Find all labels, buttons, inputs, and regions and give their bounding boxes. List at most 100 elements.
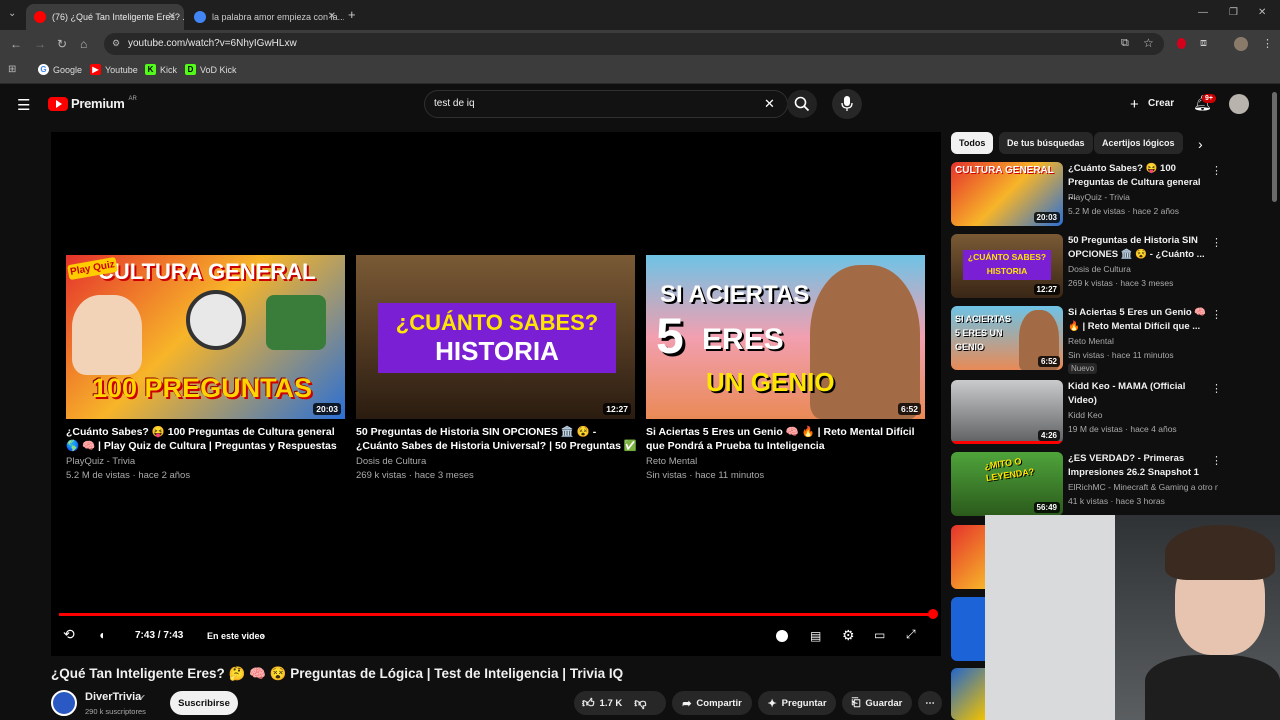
- channel-avatar[interactable]: [51, 690, 77, 716]
- endcard-channel-2[interactable]: Dosis de Cultura: [356, 456, 426, 467]
- sidebar-thumbnail-6[interactable]: [951, 525, 985, 589]
- sidebar-more-icon[interactable]: ⋮: [1211, 382, 1222, 395]
- endcard-title-2[interactable]: 50 Preguntas de Historia SIN OPCIONES 🏛️…: [356, 425, 638, 453]
- chips-next-chevron-icon[interactable]: ›: [1198, 136, 1203, 152]
- bookmark-google[interactable]: G Google: [38, 64, 82, 75]
- like-icon[interactable]: 👍︎: [582, 696, 595, 711]
- fullscreen-icon[interactable]: ⤢: [906, 627, 916, 642]
- reload-icon[interactable]: ↻: [57, 37, 67, 51]
- tab-search-icon[interactable]: ⌄: [8, 8, 16, 19]
- theater-mode-icon[interactable]: ▭: [874, 628, 885, 642]
- sidebar-title-4[interactable]: Kidd Keo - MAMA (Official Video): [1068, 380, 1208, 408]
- share-button[interactable]: ➦ Compartir: [672, 691, 752, 715]
- sidebar-more-icon[interactable]: ⋮: [1211, 164, 1222, 177]
- tab-google[interactable]: la palabra amor empieza con la... ✕: [186, 4, 344, 30]
- extension-icon[interactable]: [1177, 38, 1186, 49]
- like-dislike-group: 👍︎ 1.7 K 👎︎: [574, 691, 666, 715]
- sidebar-thumbnail-3[interactable]: SI ACIERTAS 5 ERES UN GENIO 6:52: [951, 306, 1063, 370]
- sidebar-more-icon[interactable]: ⋮: [1211, 308, 1222, 321]
- extensions-puzzle-icon[interactable]: ⧈: [1200, 37, 1207, 50]
- sidebar-title-2[interactable]: 50 Preguntas de Historia SIN OPCIONES 🏛️…: [1068, 234, 1208, 262]
- sidebar-title-3[interactable]: Si Aciertas 5 Eres un Genio 🧠 🔥 | Reto M…: [1068, 306, 1208, 334]
- browser-menu-icon[interactable]: ⋮: [1262, 37, 1273, 50]
- autoplay-toggle-icon[interactable]: [776, 630, 788, 642]
- chapter-button[interactable]: En este video: [207, 631, 265, 641]
- channel-name[interactable]: DiverTrivia: [85, 691, 141, 703]
- apps-grid-icon[interactable]: ⊞: [8, 64, 16, 75]
- save-button[interactable]: ⎗ Guardar: [842, 691, 912, 715]
- subtitles-icon[interactable]: ▤: [810, 629, 821, 643]
- sidebar-thumbnail-5[interactable]: ¿MITO O LEYENDA? 56:49: [951, 452, 1063, 516]
- close-window-icon[interactable]: ✕: [1258, 7, 1266, 18]
- person-hair-image: [1165, 525, 1275, 580]
- sidebar-meta-2: 269 k vistas · hace 3 meses: [1068, 278, 1174, 288]
- share-label: Compartir: [696, 697, 742, 709]
- bookmark-vod-kick[interactable]: D VoD Kick: [185, 64, 237, 75]
- settings-gear-icon[interactable]: ⚙: [842, 627, 855, 644]
- sidebar-more-icon[interactable]: ⋮: [1211, 454, 1222, 467]
- clear-search-icon[interactable]: ✕: [764, 96, 775, 112]
- chip-logic-riddles[interactable]: Acertijos lógicos: [1094, 132, 1183, 154]
- sidebar-meta-4: 19 M de vistas · hace 4 años: [1068, 424, 1177, 434]
- bookmark-youtube[interactable]: ▶ Youtube: [90, 64, 138, 75]
- bookmark-star-icon[interactable]: ☆: [1143, 36, 1154, 50]
- sidebar-channel-3[interactable]: Reto Mental: [1068, 336, 1218, 346]
- save-label: Guardar: [865, 697, 903, 709]
- replay-icon[interactable]: ⟲: [63, 626, 75, 643]
- sidebar-channel-4[interactable]: Kidd Keo: [1068, 410, 1218, 420]
- sidebar-channel-5[interactable]: ElRichMC - Minecraft & Gaming a otro ni.…: [1068, 482, 1218, 492]
- duration-badge: 20:03: [313, 403, 341, 415]
- sidebar-channel-2[interactable]: Dosis de Cultura: [1068, 264, 1218, 274]
- endcard-title-1[interactable]: ¿Cuánto Sabes? 😝 100 Preguntas de Cultur…: [66, 425, 348, 453]
- notifications-badge: 9+: [1202, 94, 1216, 103]
- url-text[interactable]: youtube.com/watch?v=6NhyIGwHLxw: [128, 38, 297, 49]
- sidebar-more-icon[interactable]: ⋮: [1211, 236, 1222, 249]
- ask-button[interactable]: ✦ Preguntar: [758, 691, 836, 715]
- endcard-title-3[interactable]: Si Aciertas 5 Eres un Genio 🧠 🔥 | Reto M…: [646, 425, 928, 453]
- thumb-text-bottom: HISTORIA: [435, 335, 559, 366]
- endcard-channel-1[interactable]: PlayQuiz - Trivia: [66, 456, 135, 467]
- create-button[interactable]: Crear: [1148, 98, 1174, 109]
- thumb-text: SI ACIERTAS 5 ERES UN GENIO: [955, 314, 1012, 352]
- progress-scrubber[interactable]: [928, 609, 938, 619]
- new-tab-icon[interactable]: +: [348, 7, 356, 22]
- close-tab-icon[interactable]: ✕: [168, 11, 176, 22]
- minimize-icon[interactable]: —: [1198, 7, 1208, 18]
- sidebar-thumbnail-8[interactable]: [951, 668, 985, 720]
- bookmark-kick[interactable]: K Kick: [145, 64, 177, 75]
- endcard-thumbnail-2[interactable]: ¿CUÁNTO SABES? HISTORIA 12:27: [356, 255, 635, 419]
- back-icon[interactable]: ←: [10, 37, 22, 51]
- maximize-icon[interactable]: ❐: [1229, 7, 1238, 18]
- progress-bar[interactable]: [59, 613, 933, 616]
- sidebar-channel-1[interactable]: PlayQuiz - Trivia: [1068, 192, 1218, 202]
- account-avatar[interactable]: [1229, 94, 1249, 114]
- home-icon[interactable]: ⌂: [80, 37, 87, 51]
- cast-icon[interactable]: ⧉: [1121, 37, 1129, 50]
- sidebar-title-5[interactable]: ¿ES VERDAD? - Primeras Impresiones 26.2 …: [1068, 452, 1208, 480]
- forward-icon[interactable]: →: [34, 37, 46, 51]
- site-info-icon[interactable]: ⚙: [112, 38, 120, 49]
- youtube-premium-logo[interactable]: Premium AR: [48, 96, 137, 111]
- menu-hamburger-icon[interactable]: ☰: [17, 96, 30, 114]
- sidebar-thumbnail-2[interactable]: ¿CUÁNTO SABES? HISTORIA 12:27: [951, 234, 1063, 298]
- close-tab-icon[interactable]: ✕: [328, 11, 336, 22]
- volume-icon[interactable]: ◖: [98, 628, 105, 642]
- more-actions-icon[interactable]: ⋯: [918, 691, 942, 715]
- subscribe-button[interactable]: Suscribirse: [170, 691, 238, 715]
- endcard-thumbnail-1[interactable]: CULTURA GENERAL Play Quiz 100 PREGUNTAS …: [66, 255, 345, 419]
- bookmark-label: Youtube: [105, 64, 138, 75]
- profile-avatar-icon[interactable]: [1234, 37, 1248, 51]
- search-box[interactable]: [424, 90, 788, 118]
- sidebar-thumbnail-1[interactable]: CULTURA GENERAL 20:03: [951, 162, 1063, 226]
- endcard-thumbnail-3[interactable]: SI ACIERTAS 5 ERES UN GENIO 6:52: [646, 255, 925, 419]
- sidebar-thumbnail-7[interactable]: [951, 597, 985, 661]
- like-count[interactable]: 1.7 K: [600, 698, 623, 709]
- tab-youtube[interactable]: (76) ¿Qué Tan Inteligente Eres? ... ✕: [26, 4, 184, 30]
- endcard-channel-3[interactable]: Reto Mental: [646, 456, 697, 467]
- dislike-icon[interactable]: 👎︎: [634, 696, 646, 711]
- chip-all[interactable]: Todos: [951, 132, 994, 154]
- page-scrollbar[interactable]: [1272, 92, 1277, 202]
- chip-from-searches[interactable]: De tus búsquedas: [999, 132, 1093, 154]
- search-input[interactable]: test de iq: [434, 98, 475, 109]
- sidebar-thumbnail-4[interactable]: 4:26: [951, 380, 1063, 444]
